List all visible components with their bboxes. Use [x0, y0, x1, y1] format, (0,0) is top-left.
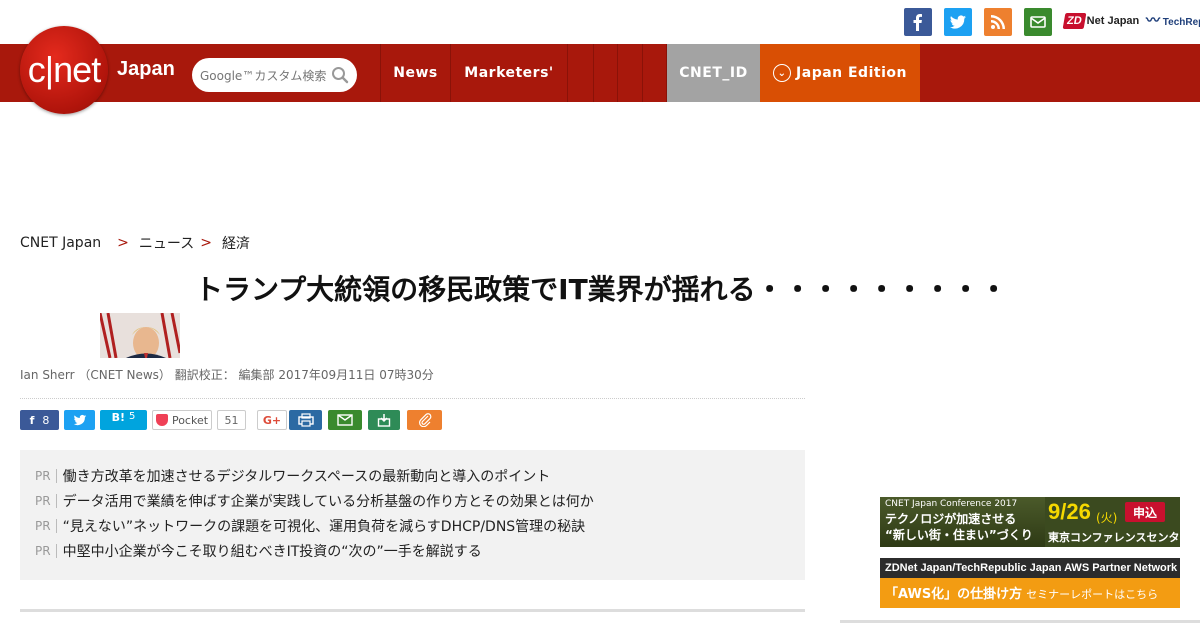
ad-headline-line1: テクノロジが加速させる: [885, 512, 1017, 526]
google-plus-button[interactable]: G+: [257, 410, 287, 430]
japan-edition-button[interactable]: ⌄ Japan Edition: [760, 44, 920, 102]
nav-item-marketers[interactable]: Marketers': [450, 44, 567, 102]
facebook-icon: f: [29, 413, 35, 427]
content-divider: [20, 609, 805, 612]
save-button[interactable]: [368, 410, 400, 430]
nav-item-4[interactable]: [593, 44, 617, 102]
search-input[interactable]: [198, 65, 330, 87]
nav-item-5[interactable]: [617, 44, 642, 102]
breadcrumb: CNET Japan > ニュース > 経済: [20, 233, 250, 253]
facebook-share-count: 8: [42, 413, 50, 427]
ad-title: ZDNet Japan/TechRepublic Japan AWS Partn…: [880, 558, 1180, 578]
mail-icon[interactable]: [1024, 8, 1052, 36]
pr-item-title: データ活用で業績を伸ばす企業が実践している分析基盤の作り方とその効果とは何か: [62, 494, 594, 510]
pr-box: PR 働き方改革を加速させるデジタルワークスペースの最新動向と導入のポイント P…: [20, 450, 805, 580]
ad-headline: テクノロジが加速させる “新しい街・住まい”づくり: [885, 511, 1033, 543]
ad-weekday: (火): [1096, 511, 1118, 525]
pr-item[interactable]: PR 中堅中小企業が今こそ取り組むべきIT投資の“次の”一手を解説する: [35, 542, 482, 560]
facebook-share-button[interactable]: f 8: [20, 410, 59, 430]
pr-tag: PR: [35, 469, 57, 483]
pocket-button[interactable]: Pocket: [152, 410, 212, 430]
ad-apply-button[interactable]: 申込: [1125, 502, 1165, 522]
pr-item[interactable]: PR 働き方改革を加速させるデジタルワークスペースの最新動向と導入のポイント: [35, 467, 550, 485]
hatena-icon: B!: [111, 411, 126, 424]
twitter-icon[interactable]: [944, 8, 972, 36]
ad-date: 9/26: [1048, 499, 1091, 524]
ad-headline-line2: “新しい街・住まい”づくり: [885, 528, 1033, 542]
nav-item-3[interactable]: [567, 44, 593, 102]
cnet-id-button[interactable]: CNET_ID: [667, 44, 760, 102]
rss-icon[interactable]: [984, 8, 1012, 36]
breadcrumb-news[interactable]: ニュース: [139, 233, 194, 253]
zdnet-japan-link[interactable]: ZD Net Japan: [1062, 8, 1140, 34]
pocket-icon: [155, 414, 168, 426]
paperclip-icon: [418, 413, 431, 427]
zdnet-text: Net Japan: [1086, 15, 1140, 27]
article-byline: Ian Sherr （CNET News） 翻訳校正： 編集部 2017年09月…: [20, 368, 434, 382]
ad-headline: 「AWS化」の仕掛け方 セミナーレポートはこちら: [885, 583, 1158, 602]
nav-item-news[interactable]: News: [380, 44, 450, 102]
nav-divider: [642, 44, 667, 102]
pr-item-title: “見えない”ネットワークの課題を可視化、運用負荷を減らすDHCP/DNS管理の秘…: [62, 519, 586, 535]
chevron-down-icon: ⌄: [773, 64, 792, 82]
top-bar: ZD Net Japan 〰 TechRepublic: [0, 0, 1200, 44]
hatena-count: 5: [129, 411, 136, 422]
email-share-button[interactable]: [328, 410, 362, 430]
ad-venue: 東京コンファレンスセンター: [1048, 531, 1180, 544]
article-thumbnail: [100, 313, 180, 358]
facebook-icon[interactable]: [904, 8, 932, 36]
hatena-bookmark-button[interactable]: B! 5: [100, 410, 147, 430]
japan-edition-label: Japan Edition: [796, 65, 907, 81]
techrepublic-link[interactable]: 〰 TechRepublic: [1146, 10, 1200, 30]
article-headline: トランプ大統領の移民政策でIT業界が揺れる・・・・・・・・・: [195, 273, 1008, 306]
download-icon: [377, 414, 391, 427]
search-box[interactable]: [192, 58, 357, 92]
pr-item[interactable]: PR データ活用で業績を伸ばす企業が実践している分析基盤の作り方とその効果とは何…: [35, 492, 594, 510]
clip-button[interactable]: [407, 410, 442, 430]
ad-title: CNET Japan Conference 2017: [885, 499, 1018, 509]
divider: [20, 398, 805, 399]
techrepublic-text: TechRepublic: [1162, 17, 1200, 28]
ad-main-text: 「AWS化」の仕掛け方: [885, 587, 1023, 602]
breadcrumb-economy[interactable]: 経済: [222, 233, 250, 253]
zdnet-logo: ZD: [1062, 13, 1087, 29]
aws-seminar-ad-banner[interactable]: ZDNet Japan/TechRepublic Japan AWS Partn…: [880, 558, 1180, 608]
pocket-label: Pocket: [171, 413, 209, 427]
conference-ad-banner[interactable]: CNET Japan Conference 2017 テクノロジが加速させる “…: [880, 497, 1180, 547]
pr-tag: PR: [35, 494, 57, 508]
logo-japan-label: Japan: [117, 58, 175, 80]
breadcrumb-separator: >: [117, 235, 129, 251]
logo-text: c|net: [27, 49, 101, 90]
twitter-share-button[interactable]: [64, 410, 95, 430]
search-icon[interactable]: [331, 66, 349, 84]
print-button[interactable]: [289, 410, 322, 430]
cnet-logo[interactable]: c|net: [20, 26, 108, 114]
print-icon: [297, 413, 314, 427]
twitter-icon: [73, 414, 86, 426]
breadcrumb-separator: >: [200, 235, 212, 251]
sidebar-divider: [840, 620, 1200, 623]
pr-item[interactable]: PR “見えない”ネットワークの課題を可視化、運用負荷を減らすDHCP/DNS管…: [35, 517, 585, 535]
mail-icon: [337, 414, 353, 426]
pr-tag: PR: [35, 544, 57, 558]
pocket-count: 51: [217, 410, 246, 430]
pr-tag: PR: [35, 519, 57, 533]
pr-item-title: 中堅中小企業が今こそ取り組むべきIT投資の“次の”一手を解説する: [62, 544, 482, 560]
breadcrumb-home[interactable]: CNET Japan: [20, 235, 101, 251]
pr-item-title: 働き方改革を加速させるデジタルワークスペースの最新動向と導入のポイント: [62, 469, 551, 485]
ad-sub-text: セミナーレポートはこちら: [1026, 588, 1159, 601]
